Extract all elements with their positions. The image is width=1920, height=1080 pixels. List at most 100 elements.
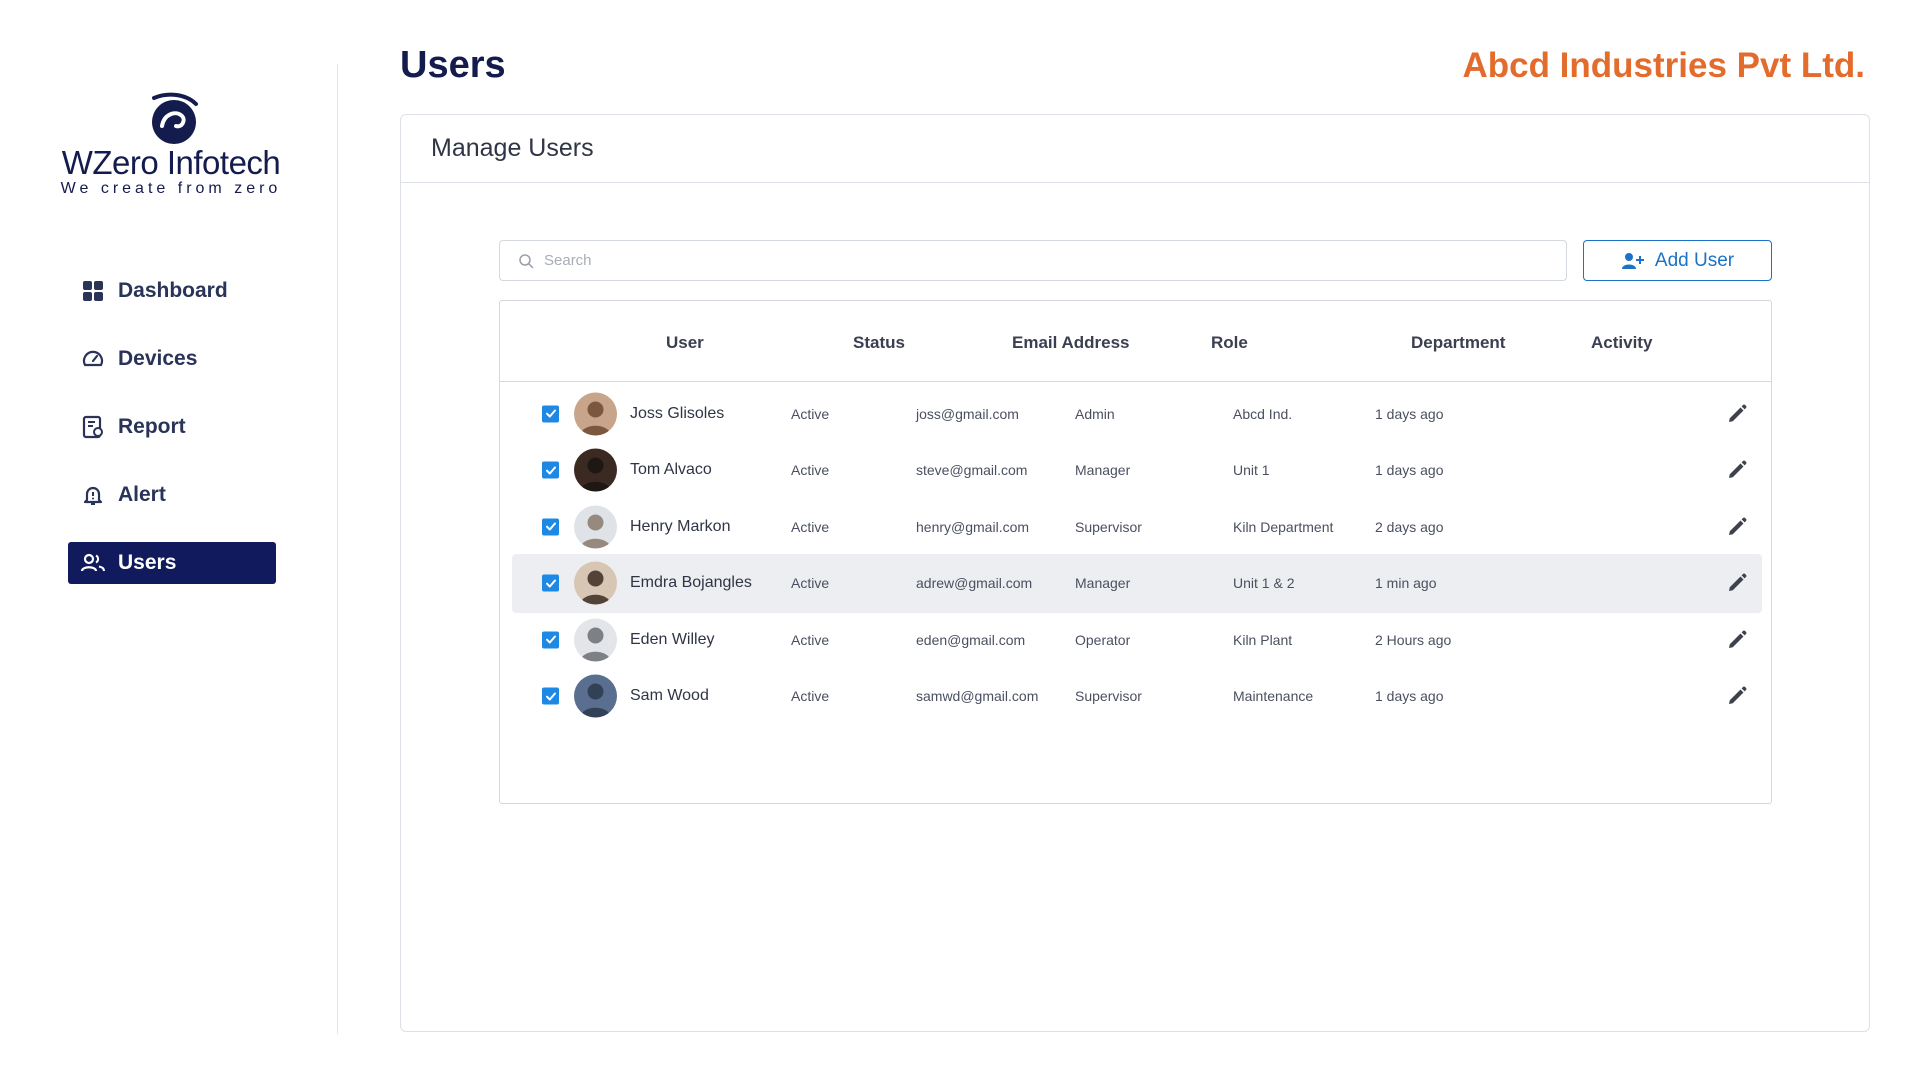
sidebar-item-label: Alert xyxy=(118,483,166,506)
check-icon xyxy=(545,522,556,531)
sidebar: WZero Infotech We create from zero Dashb… xyxy=(0,0,338,1080)
column-header-status[interactable]: Status xyxy=(853,333,905,353)
avatar xyxy=(574,505,617,548)
user-email: samwd@gmail.com xyxy=(916,688,1039,704)
add-user-icon xyxy=(1621,252,1644,269)
edit-icon[interactable] xyxy=(1725,402,1749,426)
sidebar-item-label: Dashboard xyxy=(118,279,228,302)
user-email: joss@gmail.com xyxy=(916,405,1019,422)
user-status: Active xyxy=(791,688,830,704)
user-status: Active xyxy=(791,462,830,478)
table-row[interactable]: Henry Markon Active henry@gmail.com Supe… xyxy=(512,497,1762,556)
company-name: Abcd Industries Pvt Ltd. xyxy=(1462,46,1865,85)
user-name[interactable]: Tom Alvaco xyxy=(630,461,712,479)
check-icon xyxy=(545,409,556,418)
column-header-role[interactable]: Role xyxy=(1211,333,1248,353)
user-email: eden@gmail.com xyxy=(916,631,1026,648)
user-email: adrew@gmail.com xyxy=(916,575,1033,591)
edit-icon[interactable] xyxy=(1725,684,1749,708)
row-checkbox[interactable] xyxy=(542,687,559,705)
company-logo[interactable]: WZero Infotech We create from zero xyxy=(56,86,286,197)
user-activity: 1 days ago xyxy=(1375,462,1444,478)
avatar xyxy=(574,392,617,435)
row-checkbox[interactable] xyxy=(542,574,559,592)
bell-icon xyxy=(80,482,106,508)
user-role: Supervisor xyxy=(1075,688,1142,704)
check-icon xyxy=(545,635,556,644)
sidebar-item-label: Devices xyxy=(118,347,198,370)
sidebar-item-report[interactable]: Report xyxy=(68,406,276,448)
grid-icon xyxy=(80,278,106,304)
sidebar-item-users[interactable]: Users xyxy=(68,542,276,584)
avatar xyxy=(574,674,617,718)
logo-mark-icon xyxy=(152,92,198,144)
edit-icon[interactable] xyxy=(1725,628,1749,652)
user-email: henry@gmail.com xyxy=(916,518,1030,535)
user-status: Active xyxy=(791,631,830,648)
edit-icon[interactable] xyxy=(1725,571,1749,595)
search-box[interactable] xyxy=(499,240,1567,281)
user-status: Active xyxy=(791,518,830,535)
row-checkbox[interactable] xyxy=(542,461,559,479)
users-table: User Status Email Address Role Departmen… xyxy=(499,300,1772,804)
user-activity: 1 days ago xyxy=(1375,405,1444,422)
user-department: Kiln Plant xyxy=(1233,631,1293,648)
user-status: Active xyxy=(791,575,830,591)
sidebar-item-devices[interactable]: Devices xyxy=(68,338,276,380)
user-department: Abcd Ind. xyxy=(1233,405,1293,422)
column-header-user[interactable]: User xyxy=(666,333,704,353)
row-checkbox[interactable] xyxy=(542,631,559,648)
user-name[interactable]: Joss Glisoles xyxy=(630,405,724,423)
edit-icon[interactable] xyxy=(1725,458,1749,482)
manage-users-card: Manage Users Add User User Status Email … xyxy=(400,114,1870,1032)
add-user-label: Add User xyxy=(1654,249,1735,271)
user-role: Operator xyxy=(1075,631,1131,648)
user-name[interactable]: Sam Wood xyxy=(630,687,709,705)
user-role: Manager xyxy=(1075,462,1131,478)
search-icon xyxy=(519,253,534,268)
search-input[interactable] xyxy=(544,252,1444,269)
users-icon xyxy=(80,550,106,576)
row-checkbox[interactable] xyxy=(542,518,559,535)
avatar xyxy=(574,448,617,492)
row-checkbox[interactable] xyxy=(542,405,559,422)
user-email: steve@gmail.com xyxy=(916,462,1028,478)
user-activity: 2 Hours ago xyxy=(1375,631,1452,648)
user-name[interactable]: Eden Willey xyxy=(630,631,714,649)
brand-tagline: We create from zero xyxy=(60,180,282,197)
table-row[interactable]: Sam Wood Active samwd@gmail.com Supervis… xyxy=(512,667,1762,726)
user-department: Kiln Department xyxy=(1233,518,1334,535)
user-name[interactable]: Henry Markon xyxy=(630,518,730,536)
column-header-email[interactable]: Email Address xyxy=(1012,333,1129,353)
brand-name: WZero Infotech xyxy=(61,144,281,181)
page-title: Users xyxy=(400,44,506,86)
user-status: Active xyxy=(791,405,830,422)
user-name[interactable]: Emdra Bojangles xyxy=(630,574,752,592)
user-activity: 1 min ago xyxy=(1375,575,1437,591)
table-header: User Status Email Address Role Departmen… xyxy=(500,301,1771,382)
table-row[interactable]: Eden Willey Active eden@gmail.com Operat… xyxy=(512,610,1762,669)
sidebar-item-alert[interactable]: Alert xyxy=(68,474,276,516)
table-row[interactable]: Emdra Bojangles Active adrew@gmail.com M… xyxy=(512,553,1762,613)
avatar xyxy=(574,561,617,605)
report-icon xyxy=(80,414,106,440)
card-title: Manage Users xyxy=(431,134,594,162)
avatar xyxy=(574,618,617,661)
sidebar-item-label: Users xyxy=(118,551,177,574)
edit-icon[interactable] xyxy=(1725,515,1749,539)
sidebar-divider xyxy=(337,64,338,1034)
user-activity: 1 days ago xyxy=(1375,688,1444,704)
column-header-department[interactable]: Department xyxy=(1411,333,1505,353)
sidebar-item-dashboard[interactable]: Dashboard xyxy=(68,270,276,312)
sidebar-nav: Dashboard Devices Report Alert Users xyxy=(68,270,276,610)
user-role: Supervisor xyxy=(1075,518,1142,535)
column-header-activity[interactable]: Activity xyxy=(1591,333,1652,353)
check-icon xyxy=(545,466,556,474)
table-row[interactable]: Joss Glisoles Active joss@gmail.com Admi… xyxy=(512,384,1762,443)
card-header: Manage Users xyxy=(401,115,1869,183)
user-department: Unit 1 & 2 xyxy=(1233,575,1295,591)
gauge-icon xyxy=(80,346,106,372)
user-role: Admin xyxy=(1075,405,1115,422)
table-row[interactable]: Tom Alvaco Active steve@gmail.com Manage… xyxy=(512,441,1762,500)
add-user-button[interactable]: Add User xyxy=(1583,240,1772,281)
